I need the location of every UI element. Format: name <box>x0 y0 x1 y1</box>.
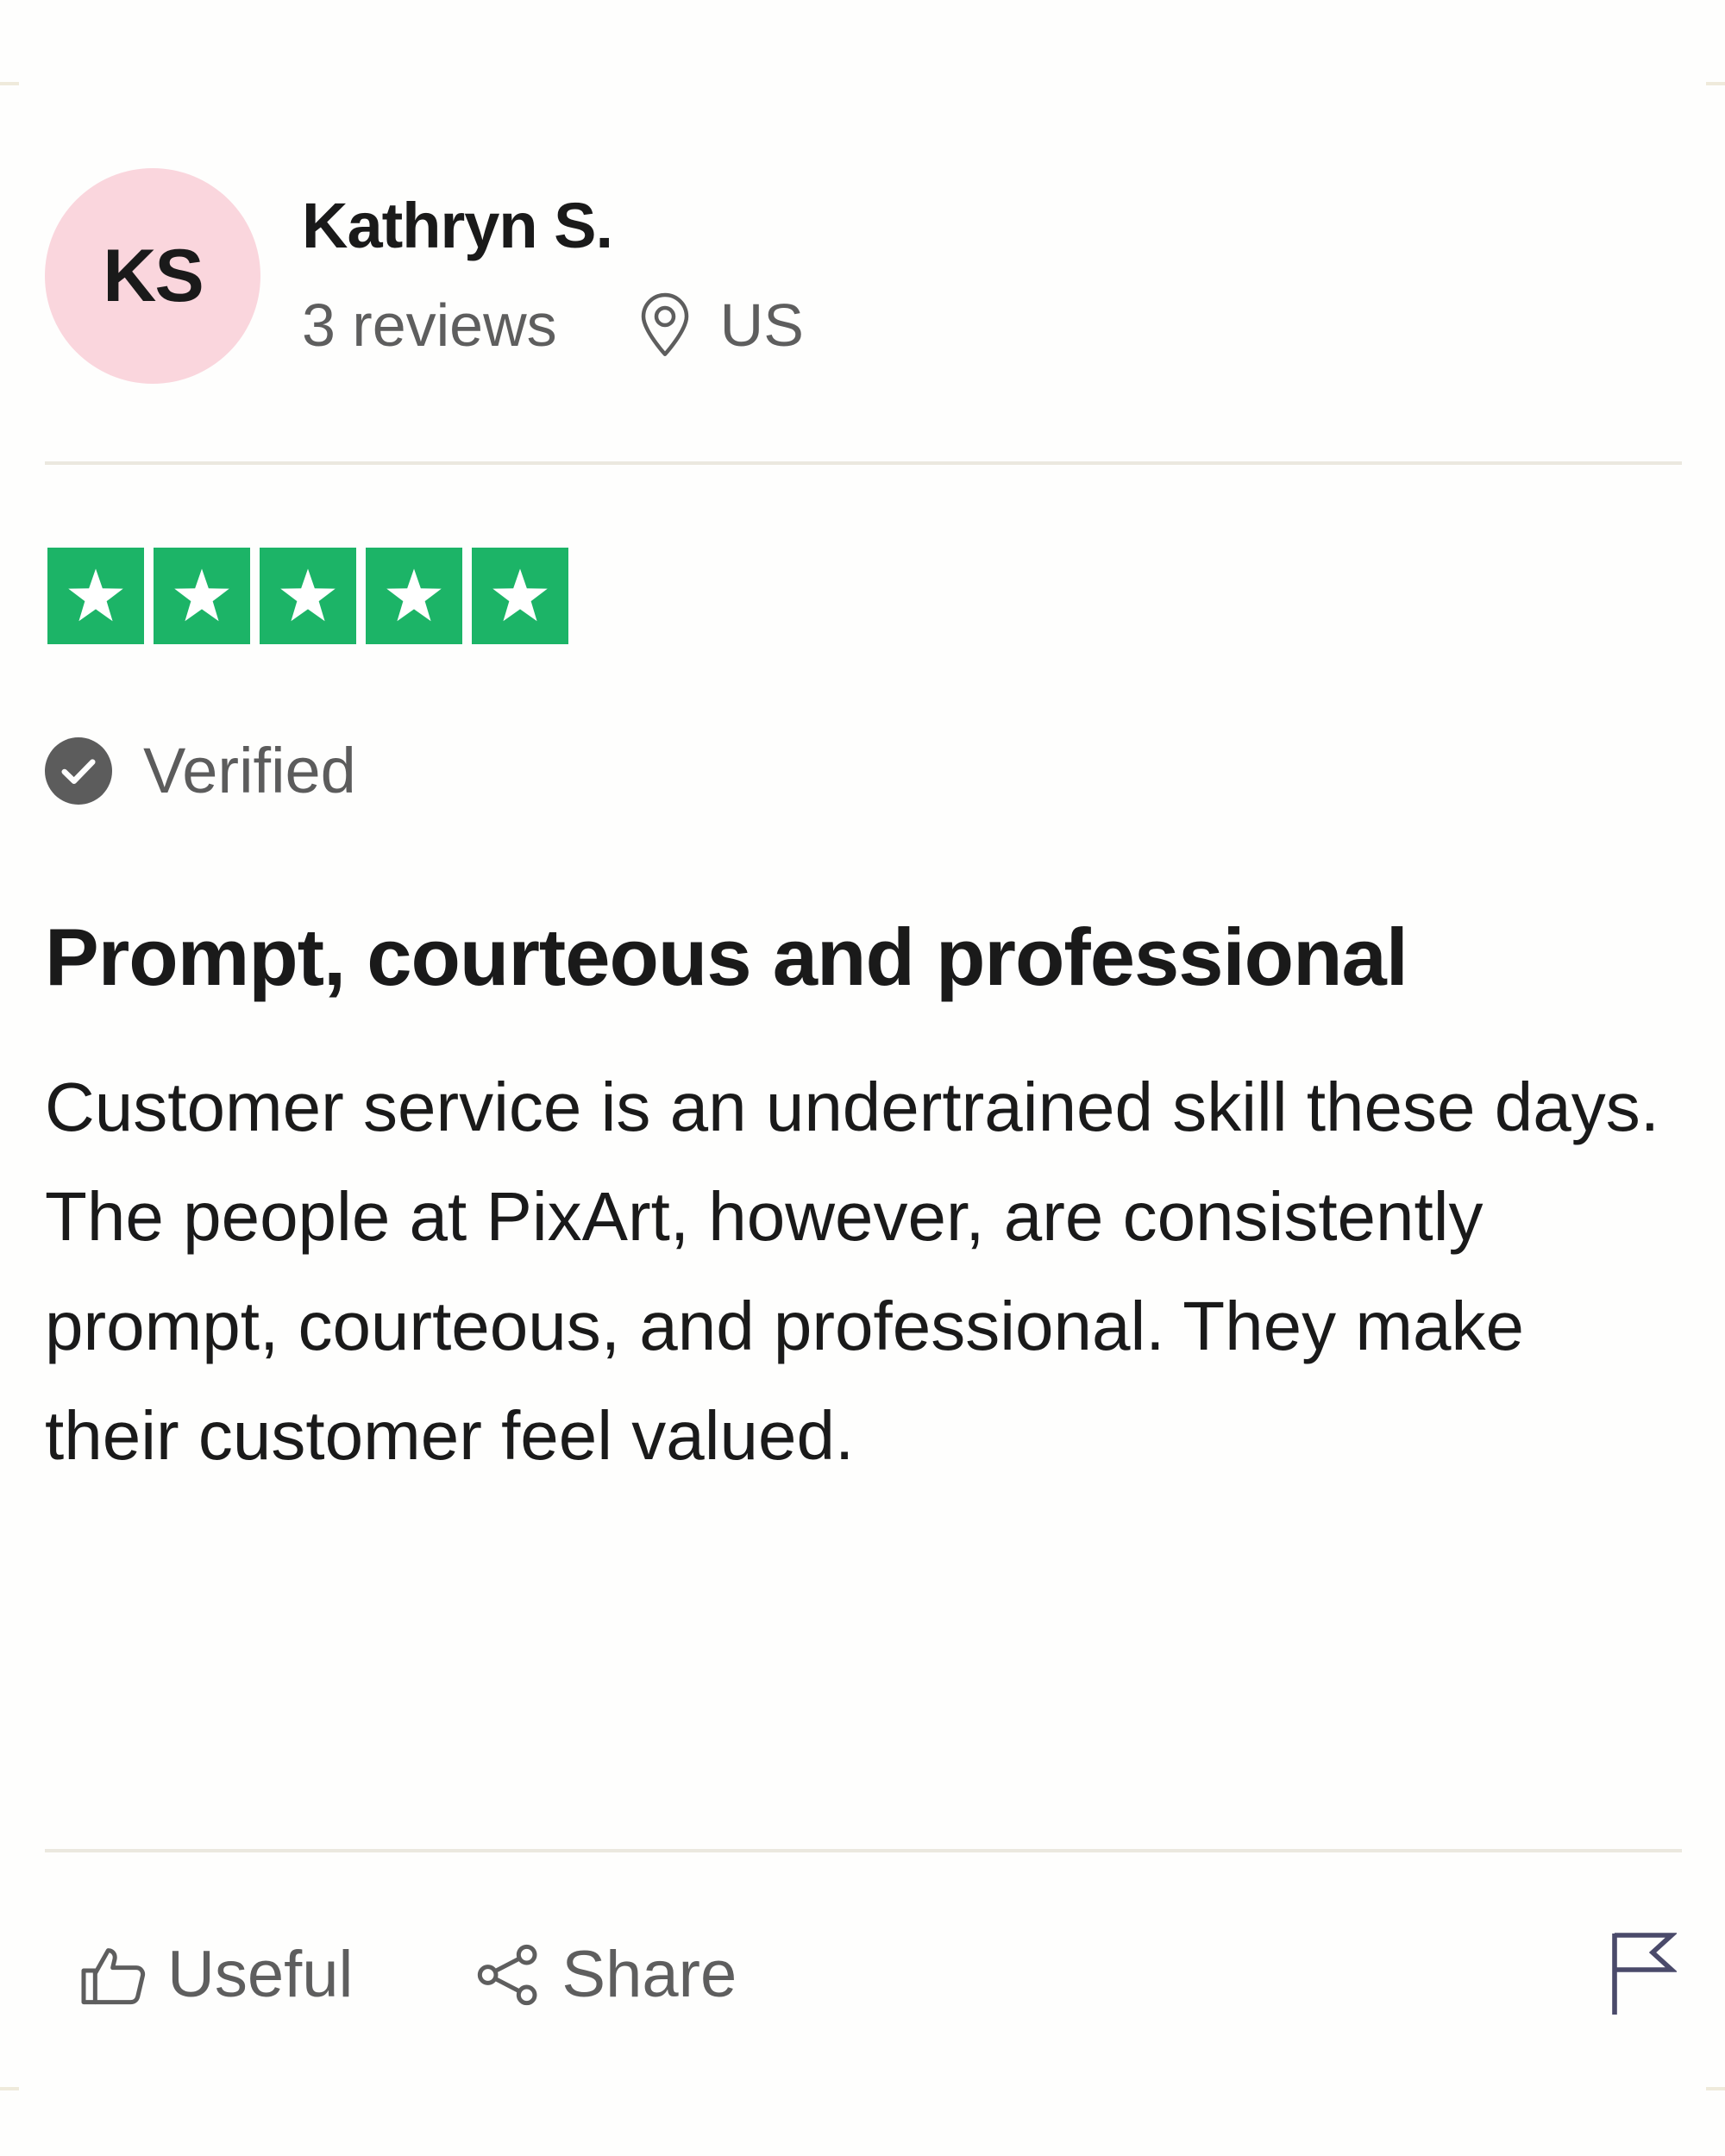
review-card: KS Kathryn S. 3 reviews US Verified Prom… <box>0 0 1725 2156</box>
useful-button[interactable]: Useful <box>79 1940 353 2009</box>
star-icon <box>174 568 229 622</box>
thumbs-up-icon <box>81 1948 146 2005</box>
reviewer-name[interactable]: Kathryn S. <box>302 194 804 258</box>
flag-icon <box>1612 1932 1678 2015</box>
check-circle-icon <box>45 737 112 805</box>
star-icon <box>68 568 123 622</box>
edge-mark <box>1706 2087 1725 2090</box>
verified-label: Verified <box>143 735 356 806</box>
share-label: Share <box>561 1938 737 2011</box>
star-1 <box>47 548 144 644</box>
reviewer-meta: 3 reviews US <box>302 292 804 358</box>
share-button[interactable]: Share <box>474 1940 737 2009</box>
edge-mark <box>1706 82 1725 85</box>
header-divider <box>45 461 1682 465</box>
avatar[interactable]: KS <box>45 168 260 384</box>
share-icon <box>478 1944 537 2006</box>
reviews-count: 3 reviews <box>302 291 557 359</box>
star-4 <box>366 548 462 644</box>
review-title: Prompt, courteous and professional <box>45 912 1408 1002</box>
review-body: Customer service is an undertrained skil… <box>45 1069 1659 1474</box>
star-2 <box>154 548 250 644</box>
useful-label: Useful <box>167 1938 354 2011</box>
avatar-initials: KS <box>103 234 204 317</box>
star-icon <box>492 568 548 622</box>
edge-mark <box>0 82 19 85</box>
star-icon <box>386 568 442 622</box>
star-5 <box>472 548 568 644</box>
star-3 <box>260 548 356 644</box>
location-label: US <box>719 291 804 359</box>
reviewer-location: US <box>639 292 804 358</box>
star-rating <box>47 548 578 644</box>
reviewer-info: Kathryn S. 3 reviews US <box>302 194 804 358</box>
verified-badge[interactable]: Verified <box>45 737 356 805</box>
location-pin-icon <box>641 292 688 356</box>
review-actions: Useful Share <box>45 1919 1682 2031</box>
edge-mark <box>0 2087 19 2090</box>
footer-divider <box>45 1849 1682 1852</box>
reviewer-header: KS Kathryn S. 3 reviews US <box>45 168 804 384</box>
star-icon <box>280 568 336 622</box>
report-button[interactable] <box>1608 1930 1678 2021</box>
